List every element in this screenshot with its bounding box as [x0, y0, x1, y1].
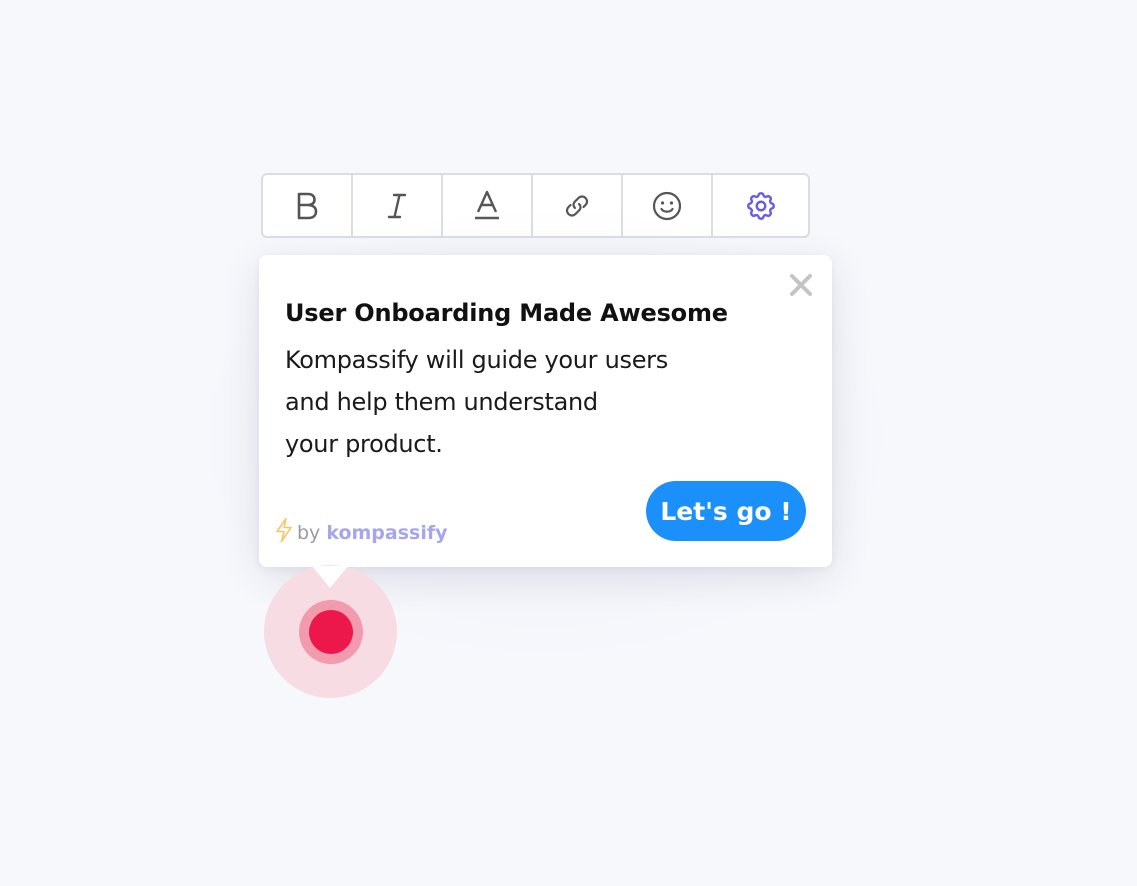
tooltip-body: Kompassify will guide your users and hel…	[285, 339, 725, 465]
tooltip-body-line: your product.	[285, 430, 443, 458]
tooltip-pointer	[312, 566, 348, 588]
close-button[interactable]	[786, 272, 816, 302]
credit-brand-link[interactable]: kompassify	[326, 522, 447, 544]
credit-by-label: by	[297, 521, 321, 544]
beacon-dot	[308, 609, 353, 654]
lets-go-button[interactable]: Let's go !	[646, 481, 806, 541]
onboarding-tooltip: User Onboarding Made Awesome Kompassify …	[259, 255, 832, 567]
tooltip-title: User Onboarding Made Awesome	[285, 299, 728, 327]
powered-by-credit[interactable]: by kompassify	[275, 517, 448, 548]
tooltip-body-line: and help them understand	[285, 388, 598, 416]
close-icon	[788, 272, 814, 303]
beacon-ring	[298, 599, 363, 664]
lightning-icon	[275, 517, 293, 548]
tooltip-body-line: Kompassify will guide your users	[285, 346, 668, 374]
